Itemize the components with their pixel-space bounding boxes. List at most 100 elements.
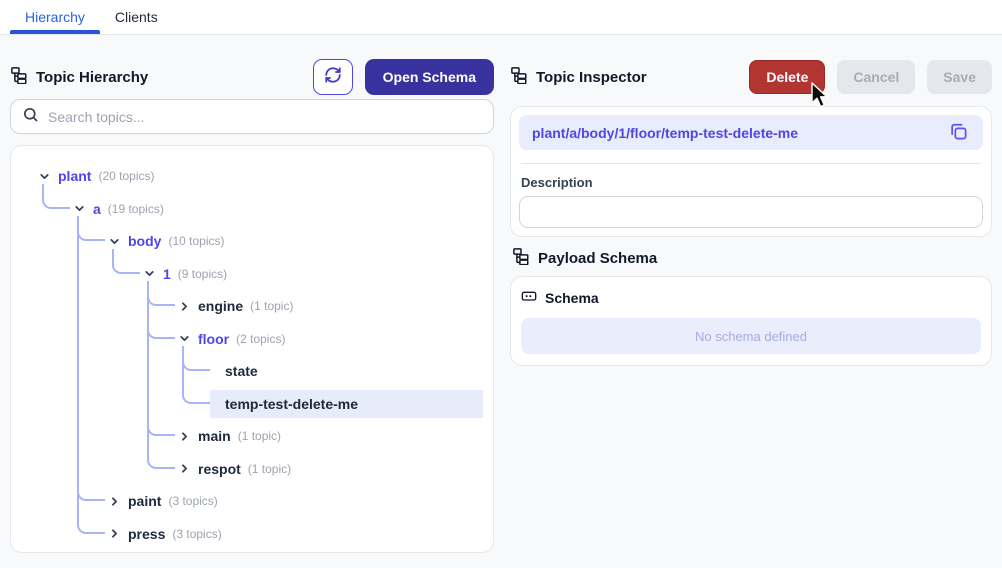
copy-icon xyxy=(949,122,968,144)
tree-node-count: (9 topics) xyxy=(177,266,228,281)
tree-node-count: (20 topics) xyxy=(98,169,155,184)
tree-node-engine[interactable]: engine (1 topic) xyxy=(175,292,483,320)
tree-node-a[interactable]: a (19 topics) xyxy=(70,195,483,223)
chevron-right-icon[interactable] xyxy=(107,527,121,540)
tab-clients[interactable]: Clients xyxy=(100,0,173,34)
tab-clients-label: Clients xyxy=(114,9,158,25)
tree-elbow-line xyxy=(112,248,140,274)
topic-inspector-card: plant/a/body/1/floor/temp-test-delete-me… xyxy=(510,106,992,237)
tree-node-label: temp-test-delete-me xyxy=(225,395,359,412)
chevron-right-icon[interactable] xyxy=(107,495,121,508)
tree-node-label: plant xyxy=(58,168,92,185)
tree-node-count: (3 topics) xyxy=(168,494,218,509)
tree-node-plant[interactable]: plant (20 topics) xyxy=(35,162,483,190)
topic-tree: plant (20 topics) a (19 topics) body (10 topi… xyxy=(11,160,493,550)
tree-row-temp-test-delete-me: temp-test-delete-me xyxy=(11,378,493,421)
tree-row-1: 1 (9 topics) xyxy=(11,248,493,291)
schema-row: Schema xyxy=(521,288,981,307)
search-icon xyxy=(22,106,39,128)
topic-inspector-header: Topic Inspector Delete Cancel Save xyxy=(510,58,992,96)
tree-node-respot[interactable]: respot (1 topic) xyxy=(175,455,483,483)
tree-node-count: (2 topics) xyxy=(236,331,286,346)
payload-schema-title: Payload Schema xyxy=(538,249,658,267)
chevron-down-icon[interactable] xyxy=(37,170,51,183)
hierarchy-icon xyxy=(10,66,28,88)
tree-node-temp-test-delete-me[interactable]: temp-test-delete-me xyxy=(210,389,483,418)
payload-schema-header: Payload Schema xyxy=(512,246,657,270)
tree-node-label: floor xyxy=(198,330,230,347)
tree-node-label: 1 xyxy=(163,265,171,282)
tree-row-floor: floor (2 topics) xyxy=(11,313,493,356)
app-window: Hierarchy Clients Topic Hierarchy Open S… xyxy=(0,0,1002,568)
tree-node-1[interactable]: 1 (9 topics) xyxy=(140,260,483,288)
tree-elbow-line xyxy=(147,443,175,469)
topic-hierarchy-title-text: Topic Hierarchy xyxy=(36,68,149,86)
tree-node-floor[interactable]: floor (2 topics) xyxy=(175,325,483,353)
hierarchy-icon xyxy=(512,247,530,269)
cancel-button[interactable]: Cancel xyxy=(837,60,916,94)
description-input[interactable] xyxy=(519,196,983,228)
tree-node-main[interactable]: main (1 topic) xyxy=(175,422,483,450)
tree-node-label: press xyxy=(128,525,166,542)
no-schema-box: No schema defined xyxy=(521,318,981,354)
top-tab-bar: Hierarchy Clients xyxy=(0,0,1002,35)
tree-elbow-line xyxy=(147,411,175,436)
refresh-icon xyxy=(324,66,342,89)
tree-node-state[interactable]: state xyxy=(210,357,483,385)
tree-node-count: (1 topic) xyxy=(247,461,292,476)
tree-elbow-line xyxy=(182,378,210,404)
refresh-button[interactable] xyxy=(312,59,353,95)
topic-hierarchy-title: Topic Hierarchy xyxy=(10,66,148,88)
tree-elbow-line xyxy=(77,508,105,534)
open-schema-button[interactable]: Open Schema xyxy=(364,59,494,95)
search-box xyxy=(10,99,494,134)
chevron-down-icon[interactable] xyxy=(142,267,156,280)
topic-path: plant/a/body/1/floor/temp-test-delete-me xyxy=(532,124,799,141)
tree-node-press[interactable]: press (3 topics) xyxy=(105,520,483,548)
tree-node-count: (1 topic) xyxy=(250,299,294,314)
tree-elbow-line xyxy=(147,313,175,339)
tree-row-main: main (1 topic) xyxy=(11,411,493,454)
tree-node-label: state xyxy=(225,363,258,380)
tree-row-plant: plant (20 topics) xyxy=(11,160,493,193)
search-input[interactable] xyxy=(48,108,482,125)
chevron-down-icon[interactable] xyxy=(177,332,191,345)
topic-inspector-title-text: Topic Inspector xyxy=(536,68,647,86)
chevron-down-icon[interactable] xyxy=(72,202,86,215)
chevron-right-icon[interactable] xyxy=(177,300,191,313)
tree-node-label: main xyxy=(198,428,231,445)
schema-label: Schema xyxy=(545,289,599,306)
tab-hierarchy[interactable]: Hierarchy xyxy=(10,0,100,34)
tab-hierarchy-label: Hierarchy xyxy=(25,9,85,25)
left-header-buttons: Open Schema xyxy=(312,59,494,95)
chevron-right-icon[interactable] xyxy=(177,462,191,475)
delete-button[interactable]: Delete xyxy=(749,60,826,94)
chevron-right-icon[interactable] xyxy=(177,430,191,443)
save-button[interactable]: Save xyxy=(927,60,992,94)
copy-button[interactable] xyxy=(947,120,970,146)
tree-elbow-line xyxy=(77,476,105,501)
tree-node-label: body xyxy=(128,233,162,250)
tree-elbow-line xyxy=(42,183,70,209)
payload-schema-card: Schema No schema defined xyxy=(510,276,992,366)
tree-node-count: (3 topics) xyxy=(172,526,222,541)
tree-node-count: (1 topic) xyxy=(237,429,282,444)
description-label: Description xyxy=(521,175,593,190)
chevron-down-icon[interactable] xyxy=(107,235,121,248)
tree-node-label: engine xyxy=(198,298,244,315)
tree-node-body[interactable]: body (10 topics) xyxy=(105,227,483,255)
tree-elbow-line xyxy=(182,346,210,371)
tree-row-body: body (10 topics) xyxy=(11,216,493,259)
schema-icon xyxy=(521,288,537,307)
tree-node-paint[interactable]: paint (3 topics) xyxy=(105,487,483,515)
main-content: Topic Hierarchy Open Schema Search topic… xyxy=(0,35,1002,568)
tree-row-press: press (3 topics) xyxy=(11,508,493,551)
hierarchy-icon xyxy=(510,66,528,88)
topic-hierarchy-header: Topic Hierarchy Open Schema xyxy=(10,58,494,96)
tree-row-engine: engine (1 topic) xyxy=(11,281,493,324)
tree-row-state: state xyxy=(11,346,493,389)
tree-elbow-line xyxy=(147,281,175,306)
tree-node-label: a xyxy=(93,200,101,217)
tree-node-label: paint xyxy=(128,493,162,510)
tree-node-count: (19 topics) xyxy=(107,201,164,216)
